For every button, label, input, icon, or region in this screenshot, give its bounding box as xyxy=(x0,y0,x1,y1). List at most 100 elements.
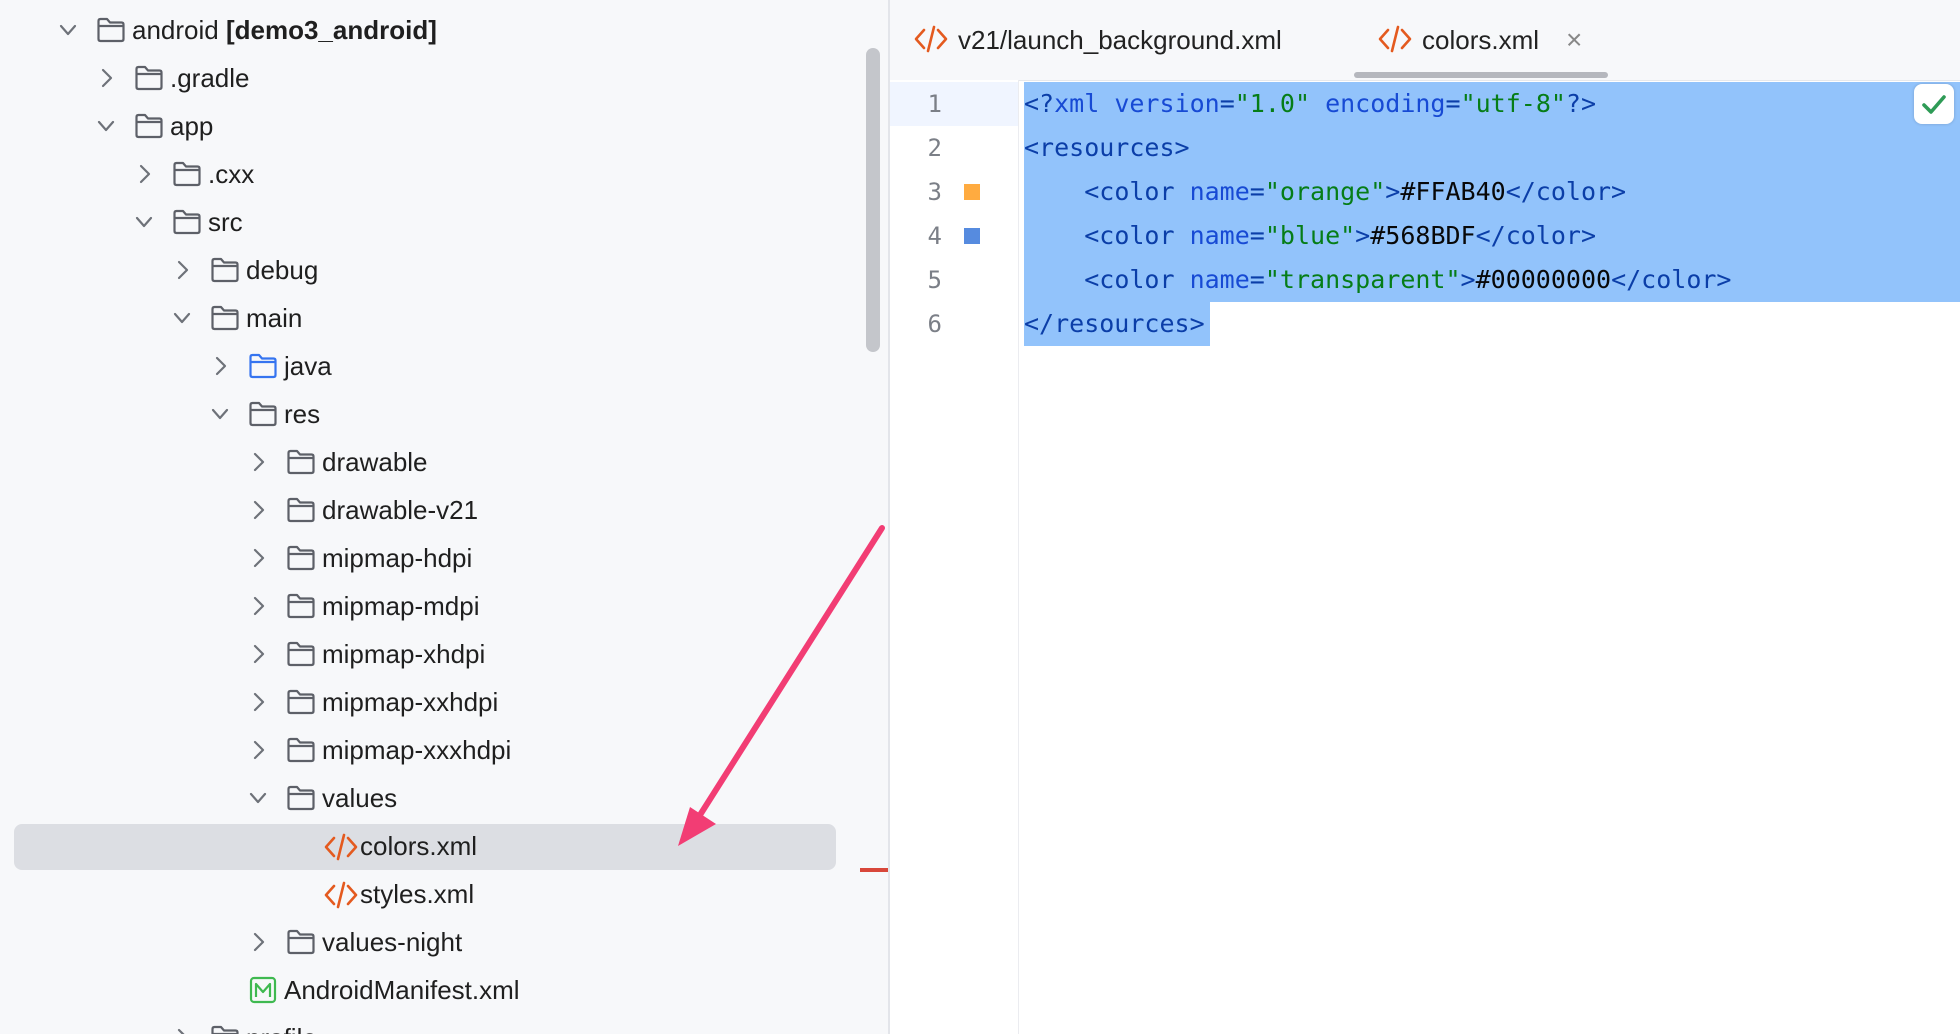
tree-item-drawable-v21[interactable]: drawable-v21 xyxy=(0,486,888,534)
editor-panel: v21/launch_background.xml colors.xml × <… xyxy=(890,0,1960,1034)
tree-item-label: drawable-v21 xyxy=(322,495,479,525)
code-line[interactable]: </resources> xyxy=(1024,302,1205,346)
tree-item-label: drawable xyxy=(322,447,428,477)
active-tab-indicator xyxy=(1354,72,1608,78)
folder-icon xyxy=(286,544,316,572)
chevron-down-icon[interactable] xyxy=(56,18,80,42)
folder-icon xyxy=(286,928,316,956)
tree-item-label: colors.xml xyxy=(360,831,478,861)
xml-file-icon xyxy=(324,880,358,909)
chevron-right-icon[interactable] xyxy=(170,1026,194,1034)
manifest-file-icon xyxy=(248,976,278,1004)
tree-item-android[interactable]: android [demo3_android] xyxy=(0,6,888,54)
tree-item-colors-xml[interactable]: colors.xml xyxy=(0,822,888,870)
folder-icon xyxy=(210,1024,240,1034)
tree-item-label: mipmap-xxxhdpi xyxy=(322,735,512,765)
tree-item-label: AndroidManifest.xml xyxy=(284,975,520,1005)
tree-item-values-night[interactable]: values-night xyxy=(0,918,888,966)
code-line[interactable]: <resources> xyxy=(1024,126,1190,170)
inspection-status-badge[interactable] xyxy=(1914,84,1954,124)
tree-item-label: styles.xml xyxy=(360,879,475,909)
tab-label: v21/launch_background.xml xyxy=(958,25,1282,55)
tree-item-mipmap-xxxhdpi[interactable]: mipmap-xxxhdpi xyxy=(0,726,888,774)
tree-item-androidmanifest-xml[interactable]: AndroidManifest.xml xyxy=(0,966,888,1014)
tab-launch-background[interactable]: v21/launch_background.xml xyxy=(914,0,1314,80)
tree-item-label: mipmap-mdpi xyxy=(322,591,480,621)
xml-file-icon xyxy=(914,24,948,59)
code-line[interactable]: <color name="orange">#FFAB40</color> xyxy=(1024,170,1626,214)
tab-colors-xml[interactable]: colors.xml xyxy=(1378,0,1578,80)
folder-icon xyxy=(172,208,202,236)
tree-item-debug[interactable]: debug xyxy=(0,246,888,294)
tree-item-label: mipmap-xhdpi xyxy=(322,639,486,669)
folder-icon xyxy=(286,448,316,476)
chevron-down-icon[interactable] xyxy=(208,402,232,426)
folder-icon xyxy=(286,736,316,764)
line-number: 5 xyxy=(927,266,942,294)
chevron-right-icon[interactable] xyxy=(246,498,270,522)
tree-item-app[interactable]: app xyxy=(0,102,888,150)
folder-icon xyxy=(134,64,164,92)
chevron-right-icon[interactable] xyxy=(132,162,156,186)
chevron-right-icon[interactable] xyxy=(246,738,270,762)
line-number: 2 xyxy=(927,134,942,162)
folder-icon xyxy=(286,640,316,668)
tree-item-main[interactable]: main xyxy=(0,294,888,342)
tree-item-mipmap-hdpi[interactable]: mipmap-hdpi xyxy=(0,534,888,582)
tab-label: colors.xml xyxy=(1422,25,1540,55)
folder-icon xyxy=(134,112,164,140)
tree-item-src[interactable]: src xyxy=(0,198,888,246)
tree-item-label: values xyxy=(322,783,398,813)
tree-item-cxx[interactable]: .cxx xyxy=(0,150,888,198)
tree-item-label: debug xyxy=(246,255,319,285)
tree-item-label: android [demo3_android] xyxy=(132,15,437,45)
chevron-down-icon[interactable] xyxy=(246,786,270,810)
chevron-right-icon[interactable] xyxy=(246,450,270,474)
code-area[interactable]: <?xml version="1.0" encoding="utf-8"?> <r… xyxy=(1024,80,1960,1034)
chevron-down-icon[interactable] xyxy=(170,306,194,330)
chevron-right-icon[interactable] xyxy=(246,642,270,666)
folder-icon xyxy=(210,304,240,332)
tree-item-mipmap-xhdpi[interactable]: mipmap-xhdpi xyxy=(0,630,888,678)
tree-item-drawable[interactable]: drawable xyxy=(0,438,888,486)
chevron-right-icon[interactable] xyxy=(170,258,194,282)
xml-file-icon xyxy=(324,832,358,861)
folder-icon xyxy=(286,784,316,812)
close-icon[interactable]: × xyxy=(1566,24,1582,56)
folder-icon xyxy=(286,592,316,620)
tree-item-label: mipmap-xxhdpi xyxy=(322,687,499,717)
chevron-right-icon[interactable] xyxy=(94,66,118,90)
folder-icon xyxy=(210,256,240,284)
chevron-right-icon[interactable] xyxy=(246,594,270,618)
tree-item-label: java xyxy=(284,351,332,381)
tree-item-java[interactable]: java xyxy=(0,342,888,390)
source-folder-icon xyxy=(248,352,278,380)
chevron-down-icon[interactable] xyxy=(132,210,156,234)
chevron-right-icon[interactable] xyxy=(246,690,270,714)
tree-item-gradle[interactable]: .gradle xyxy=(0,54,888,102)
folder-icon xyxy=(172,160,202,188)
chevron-right-icon[interactable] xyxy=(246,546,270,570)
chevron-right-icon[interactable] xyxy=(246,930,270,954)
tree-item-res[interactable]: res xyxy=(0,390,888,438)
tree-scrollbar-thumb[interactable] xyxy=(866,48,880,352)
tree-item-mipmap-mdpi[interactable]: mipmap-mdpi xyxy=(0,582,888,630)
code-line[interactable]: <color name="blue">#568BDF</color> xyxy=(1024,214,1596,258)
tree-item-label: res xyxy=(284,399,321,429)
xml-file-icon xyxy=(1378,24,1412,59)
color-swatch-icon[interactable] xyxy=(964,228,980,244)
tree-item-profile[interactable]: profile xyxy=(0,1014,888,1034)
project-tree[interactable]: android [demo3_android] .gradle app .cxx src… xyxy=(0,0,888,1034)
chevron-down-icon[interactable] xyxy=(94,114,118,138)
tree-item-label: .cxx xyxy=(208,159,255,189)
color-swatch-icon[interactable] xyxy=(964,184,980,200)
code-line[interactable]: <color name="transparent">#00000000</col… xyxy=(1024,258,1731,302)
tree-item-mipmap-xxhdpi[interactable]: mipmap-xxhdpi xyxy=(0,678,888,726)
code-line[interactable]: <?xml version="1.0" encoding="utf-8"?> xyxy=(1024,82,1596,126)
chevron-right-icon[interactable] xyxy=(208,354,232,378)
tree-item-styles-xml[interactable]: styles.xml xyxy=(0,870,888,918)
tree-item-label: main xyxy=(246,303,303,333)
folder-icon xyxy=(286,688,316,716)
editor-tab-bar: v21/launch_background.xml colors.xml × xyxy=(890,0,1960,81)
tree-item-values[interactable]: values xyxy=(0,774,888,822)
